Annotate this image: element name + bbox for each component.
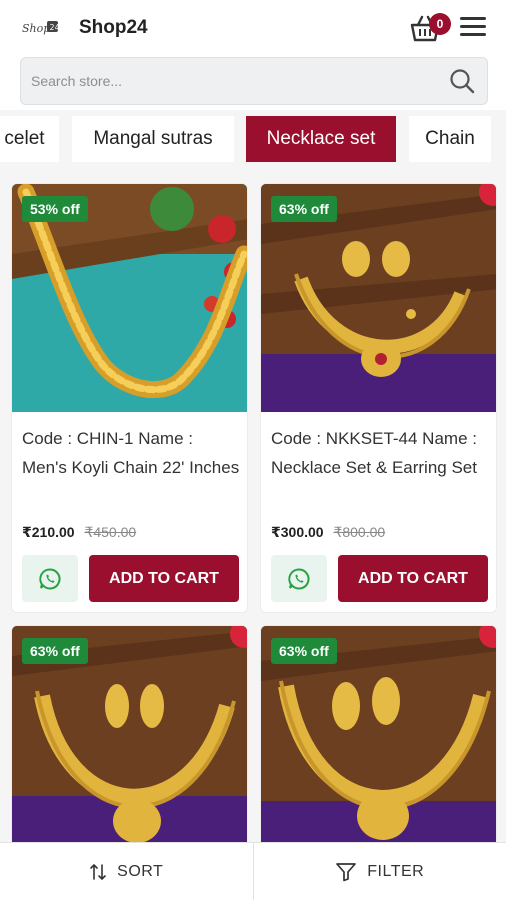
whatsapp-icon [39,567,61,589]
shop-logo-icon[interactable]: Shop 24 [20,14,60,42]
category-chip-necklace-set[interactable]: Necklace set [246,116,396,162]
app-title: Shop24 [79,17,148,38]
product-card[interactable]: 63% off [260,625,497,855]
discount-badge: 53% off [22,196,88,222]
sort-label: SORT [117,862,164,880]
product-card[interactable]: 63% off [11,625,248,855]
svg-text:24: 24 [50,23,60,32]
funnel-icon [336,862,357,881]
category-chip-chain[interactable]: Chain [409,116,491,162]
whatsapp-icon [288,567,310,589]
product-price: ₹210.00 [22,524,75,540]
category-label: Mangal sutras [93,128,213,149]
filter-button[interactable]: FILTER [252,843,506,900]
bottom-action-bar: SORT FILTER [0,842,506,900]
product-original-price: ₹450.00 [84,524,137,540]
product-price: ₹300.00 [271,524,324,540]
app-header: Shop 24 Shop24 0 [0,0,506,110]
product-original-price: ₹800.00 [333,524,386,540]
product-image[interactable]: 63% off [261,184,496,412]
search-bar [20,57,488,105]
search-icon[interactable] [449,68,475,94]
category-label: Necklace set [266,128,376,149]
price-row: ₹210.00 ₹450.00 [22,524,136,541]
sort-button[interactable]: SORT [0,843,253,900]
svg-text:Shop: Shop [22,22,50,35]
discount-badge: 63% off [22,638,88,664]
price-row: ₹300.00 ₹800.00 [271,524,385,541]
search-input[interactable] [31,58,431,104]
product-image[interactable]: 63% off [261,626,496,854]
product-title[interactable]: Code : NKKSET-44 Name : Necklace Set & E… [271,424,489,482]
product-title[interactable]: Code : CHIN-1 Name : Men's Koyli Chain 2… [22,424,240,482]
category-chip-mangal-sutras[interactable]: Mangal sutras [72,116,234,162]
whatsapp-button[interactable] [271,555,327,602]
product-card[interactable]: 53% off Code : CHIN-1 Name : Men's Koyli… [11,183,248,613]
sort-arrows-icon [90,863,106,880]
discount-badge: 63% off [271,638,337,664]
category-label: celet [4,128,45,149]
category-chip-bracelet[interactable]: celet [0,116,59,162]
product-card[interactable]: 63% off Code : NKKSET-44 Name : Necklace… [260,183,497,613]
product-image[interactable]: 63% off [12,626,247,854]
product-image[interactable]: 53% off [12,184,247,412]
hamburger-menu-icon[interactable] [460,17,486,39]
filter-label: FILTER [367,862,425,880]
add-to-cart-button[interactable]: ADD TO CART [338,555,488,602]
category-strip: celet Mangal sutras Necklace set Chain [0,110,506,172]
category-label: Chain [425,128,475,149]
add-to-cart-button[interactable]: ADD TO CART [89,555,239,602]
whatsapp-button[interactable] [22,555,78,602]
cart-count-badge: 0 [429,13,451,35]
discount-badge: 63% off [271,196,337,222]
